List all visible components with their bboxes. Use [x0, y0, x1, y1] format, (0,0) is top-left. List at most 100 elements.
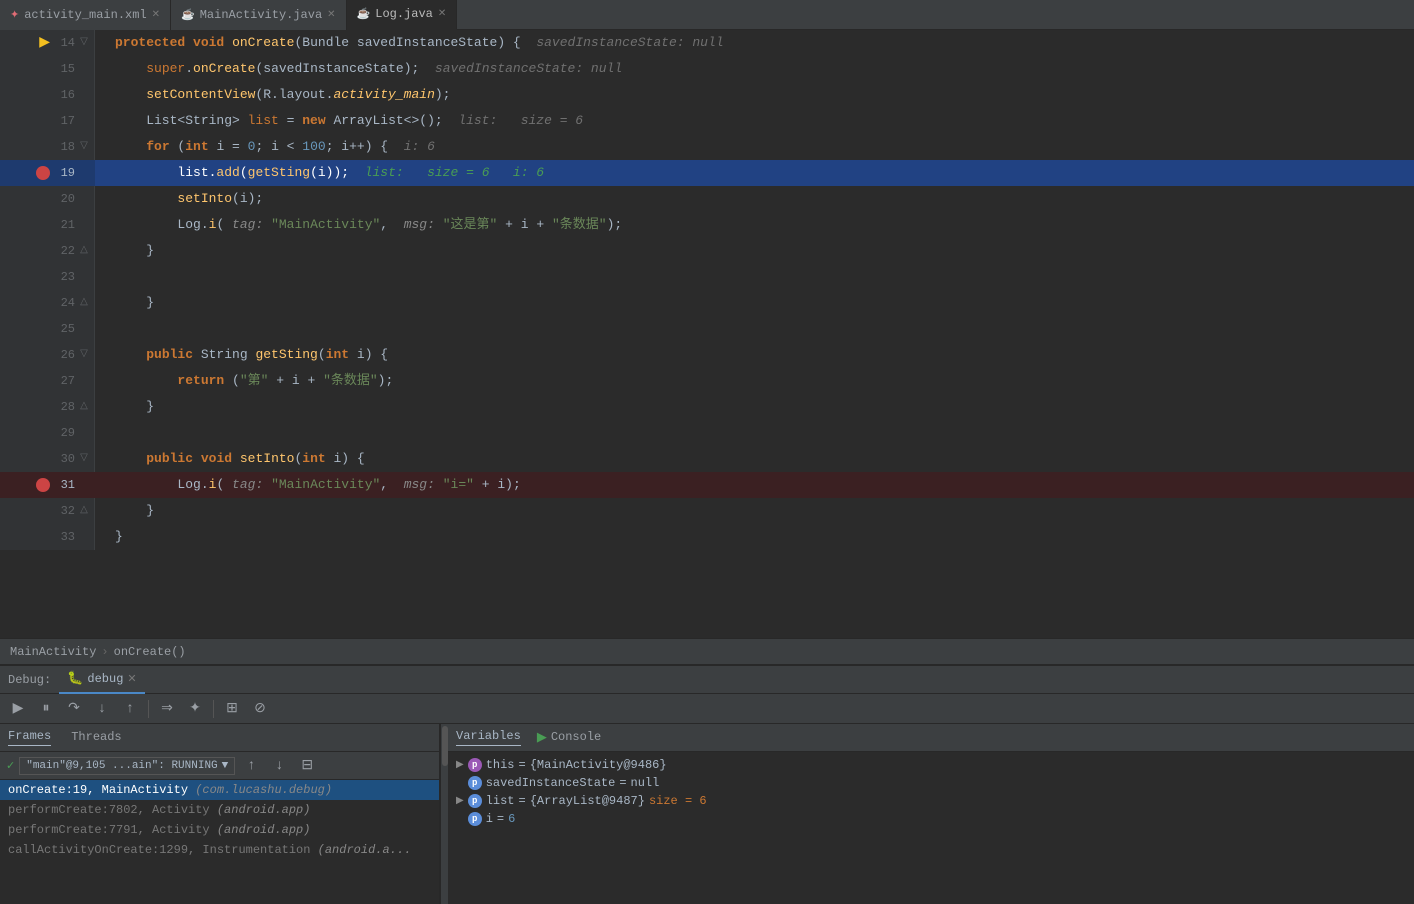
mute-button[interactable]: ⊘ — [248, 697, 272, 721]
gutter-26[interactable]: 26 ▽ — [0, 342, 95, 368]
tab-main-activity[interactable]: ☕ MainActivity.java ✕ — [171, 0, 347, 30]
debug-tab-close[interactable]: ✕ — [127, 672, 136, 686]
filter-button[interactable]: ⊟ — [295, 754, 319, 778]
var-list[interactable]: ▶ p list = {ArrayList@9487} size = 6 — [448, 792, 1414, 810]
tab-close-main[interactable]: ✕ — [327, 9, 335, 21]
var-this[interactable]: ▶ p this = {MainActivity@9486} — [448, 756, 1414, 774]
code-content-27[interactable]: return ("第" + i + "条数据"); — [95, 368, 1414, 394]
gutter-15[interactable]: 15 — [0, 56, 95, 82]
console-tab[interactable]: ▶ Console — [537, 730, 601, 746]
tab-activity-main[interactable]: ✦ activity_main.xml ✕ — [0, 0, 171, 30]
code-line-24: 24 △ } — [0, 290, 1414, 316]
gutter-16[interactable]: 16 — [0, 82, 95, 108]
variables-tab[interactable]: Variables — [456, 729, 521, 746]
fold-icon-24[interactable]: △ — [78, 290, 90, 316]
code-content-24[interactable]: } — [95, 290, 1414, 316]
line-num-28: 28 — [53, 394, 75, 420]
step-into-button[interactable]: ↓ — [90, 697, 114, 721]
breadcrumb-method[interactable]: onCreate() — [114, 645, 186, 659]
frames-button[interactable]: ⊞ — [220, 697, 244, 721]
code-line-21: 21 Log.i( tag: "MainActivity", msg: "这是第… — [0, 212, 1414, 238]
frame-item-1[interactable]: performCreate:7802, Activity (android.ap… — [0, 800, 439, 820]
code-content-17[interactable]: List<String> list = new ArrayList<>(); l… — [95, 108, 1414, 134]
code-lines: ▶ 14 ▽ protected void onCreate(Bundle sa… — [0, 30, 1414, 550]
gutter-29[interactable]: 29 — [0, 420, 95, 446]
var-saved-instance-state[interactable]: ▶ p savedInstanceState = null — [448, 774, 1414, 792]
gutter-25[interactable]: 25 — [0, 316, 95, 342]
gutter-22[interactable]: 22 △ — [0, 238, 95, 264]
tab-close-log[interactable]: ✕ — [438, 8, 446, 20]
breakpoint-19[interactable] — [36, 166, 50, 180]
threads-tab[interactable]: Threads — [71, 730, 121, 746]
frames-header: Frames Threads — [0, 724, 439, 752]
breakpoint-31[interactable] — [36, 478, 50, 492]
code-content-23[interactable] — [95, 264, 1414, 290]
code-content-26[interactable]: public String getSting(int i) { — [95, 342, 1414, 368]
tab-log[interactable]: ☕ Log.java ✕ — [347, 0, 458, 30]
run-to-cursor-button[interactable]: ⇒ — [155, 697, 179, 721]
code-content-33[interactable]: } — [95, 524, 1414, 550]
code-content-20[interactable]: setInto(i); — [95, 186, 1414, 212]
var-eq-saved: = — [619, 776, 626, 790]
gutter-18[interactable]: 18 ▽ — [0, 134, 95, 160]
frames-scrollbar[interactable] — [440, 724, 448, 904]
var-val-saved: null — [631, 776, 660, 790]
code-line-32: 32 △ } — [0, 498, 1414, 524]
gutter-19[interactable]: 19 — [0, 160, 95, 186]
gutter-17[interactable]: 17 — [0, 108, 95, 134]
var-i[interactable]: ▶ p i = 6 — [448, 810, 1414, 828]
resume-button[interactable]: ▶ — [6, 697, 30, 721]
expand-list-icon[interactable]: ▶ — [456, 795, 464, 807]
gutter-33[interactable]: 33 — [0, 524, 95, 550]
fold-icon-22[interactable]: △ — [78, 238, 90, 264]
frame-down-button[interactable]: ↓ — [267, 754, 291, 778]
step-out-button[interactable]: ↑ — [118, 697, 142, 721]
evaluate-button[interactable]: ✦ — [183, 697, 207, 721]
breadcrumb-class[interactable]: MainActivity — [10, 645, 96, 659]
fold-icon-18[interactable]: ▽ — [78, 134, 90, 160]
gutter-32[interactable]: 32 △ — [0, 498, 95, 524]
gutter-30[interactable]: 30 ▽ — [0, 446, 95, 472]
code-content-32[interactable]: } — [95, 498, 1414, 524]
frame-up-button[interactable]: ↑ — [239, 754, 263, 778]
gutter-31[interactable]: 31 — [0, 472, 95, 498]
code-content-18[interactable]: for (int i = 0; i < 100; i++) { i: 6 — [95, 134, 1414, 160]
code-content-31[interactable]: Log.i( tag: "MainActivity", msg: "i=" + … — [95, 472, 1414, 498]
frame-item-0[interactable]: onCreate:19, MainActivity (com.lucashu.d… — [0, 780, 439, 800]
code-content-21[interactable]: Log.i( tag: "MainActivity", msg: "这是第" +… — [95, 212, 1414, 238]
var-name-list: list — [486, 794, 515, 808]
debug-tab-debug[interactable]: 🐛 debug ✕ — [59, 666, 144, 694]
frames-tab[interactable]: Frames — [8, 729, 51, 746]
code-content-25[interactable] — [95, 316, 1414, 342]
frame-item-3[interactable]: callActivityOnCreate:1299, Instrumentati… — [0, 840, 439, 860]
code-content-19[interactable]: list.add(getSting(i)); list: size = 6 i:… — [95, 160, 1414, 186]
code-content-14[interactable]: protected void onCreate(Bundle savedInst… — [95, 30, 1414, 56]
pause-button[interactable]: ⏸ — [34, 697, 58, 721]
step-over-button[interactable]: ↷ — [62, 697, 86, 721]
fold-icon-26[interactable]: ▽ — [78, 342, 90, 368]
gutter-21[interactable]: 21 — [0, 212, 95, 238]
gutter-28[interactable]: 28 △ — [0, 394, 95, 420]
expand-this-icon[interactable]: ▶ — [456, 759, 464, 771]
code-content-15[interactable]: super.onCreate(savedInstanceState); save… — [95, 56, 1414, 82]
gutter-24[interactable]: 24 △ — [0, 290, 95, 316]
code-content-28[interactable]: } — [95, 394, 1414, 420]
frame-item-2[interactable]: performCreate:7791, Activity (android.ap… — [0, 820, 439, 840]
gutter-20[interactable]: 20 — [0, 186, 95, 212]
fold-icon-28[interactable]: △ — [78, 394, 90, 420]
code-content-16[interactable]: setContentView(R.layout.activity_main); — [95, 82, 1414, 108]
checkmark-icon: ✓ — [6, 759, 15, 773]
code-content-22[interactable]: } — [95, 238, 1414, 264]
thread-selector[interactable]: "main"@9,105 ...ain": RUNNING ▼ — [19, 757, 235, 775]
dropdown-arrow-icon: ▼ — [222, 760, 229, 772]
tab-close-xml[interactable]: ✕ — [152, 9, 160, 21]
gutter-23[interactable]: 23 — [0, 264, 95, 290]
code-content-29[interactable] — [95, 420, 1414, 446]
code-content-30[interactable]: public void setInto(int i) { — [95, 446, 1414, 472]
xml-icon: ✦ — [10, 8, 19, 22]
gutter-27[interactable]: 27 — [0, 368, 95, 394]
fold-icon-14[interactable]: ▽ — [78, 30, 90, 56]
gutter-14[interactable]: ▶ 14 ▽ — [0, 30, 95, 56]
fold-icon-30[interactable]: ▽ — [78, 446, 90, 472]
fold-icon-32[interactable]: △ — [78, 498, 90, 524]
